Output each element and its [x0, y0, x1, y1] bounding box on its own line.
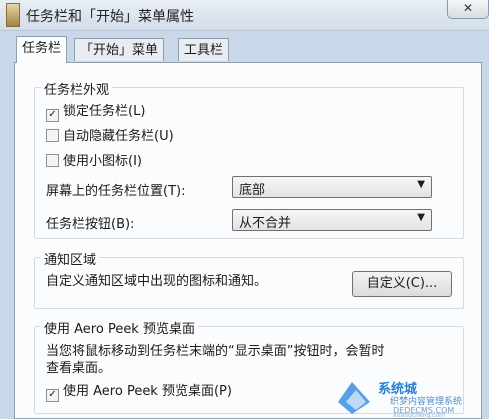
taskbar-buttons-select[interactable]: 从不合并 ▼	[232, 209, 432, 231]
tab-toolbars[interactable]: 工具栏	[178, 38, 230, 61]
notification-group-title: 通知区域	[41, 249, 100, 268]
window-title: 任务栏和「开始」菜单属性	[26, 9, 194, 25]
notification-description: 自定义通知区域中出现的图标和通知。	[46, 274, 268, 289]
taskbar-buttons-label: 任务栏按钮(B):	[46, 217, 135, 232]
aero-peek-checkbox[interactable]: ✓ 使用 Aero Peek 预览桌面(P)	[46, 380, 232, 402]
small-icons-check-box[interactable]	[46, 154, 59, 167]
taskbar-buttons-value: 从不合并	[239, 216, 292, 231]
close-button[interactable]: ✕	[447, 0, 489, 19]
auto-hide-check-box[interactable]	[46, 129, 59, 142]
auto-hide-label: 自动隐藏任务栏(U)	[63, 129, 174, 144]
chevron-down-icon: ▼	[417, 179, 425, 190]
title-bar[interactable]: 任务栏和「开始」菜单属性 ✕	[0, 0, 489, 31]
small-icons-label: 使用小图标(I)	[63, 154, 142, 169]
aero-peek-check-box[interactable]: ✓	[46, 389, 59, 402]
lock-taskbar-label: 锁定任务栏(L)	[63, 104, 146, 119]
aero-peek-label: 使用 Aero Peek 预览桌面(P)	[63, 384, 232, 399]
taskbar-position-select[interactable]: 底部 ▼	[232, 176, 432, 198]
aero-peek-description-line2: 查看桌面。	[46, 361, 112, 376]
aero-peek-group-title: 使用 Aero Peek 预览桌面	[41, 318, 198, 337]
taskbar-position-value: 底部	[239, 183, 266, 198]
lock-taskbar-checkbox[interactable]: ✓ 锁定任务栏(L)	[46, 100, 145, 122]
chevron-down-icon: ▼	[417, 212, 425, 223]
tab-start-menu[interactable]: 「开始」菜单	[74, 38, 165, 61]
taskbar-position-label: 屏幕上的任务栏位置(T):	[46, 184, 186, 199]
lock-taskbar-check-box[interactable]: ✓	[46, 109, 59, 122]
small-icons-checkbox[interactable]: 使用小图标(I)	[46, 150, 142, 169]
watermark-site: xitongcheng.com	[393, 412, 445, 419]
auto-hide-checkbox[interactable]: 自动隐藏任务栏(U)	[46, 125, 174, 144]
app-icon	[6, 3, 20, 27]
customize-button[interactable]: 自定义(C)...	[352, 271, 452, 297]
tab-taskbar[interactable]: 任务栏	[16, 36, 68, 63]
appearance-group-title: 任务栏外观	[41, 79, 113, 98]
